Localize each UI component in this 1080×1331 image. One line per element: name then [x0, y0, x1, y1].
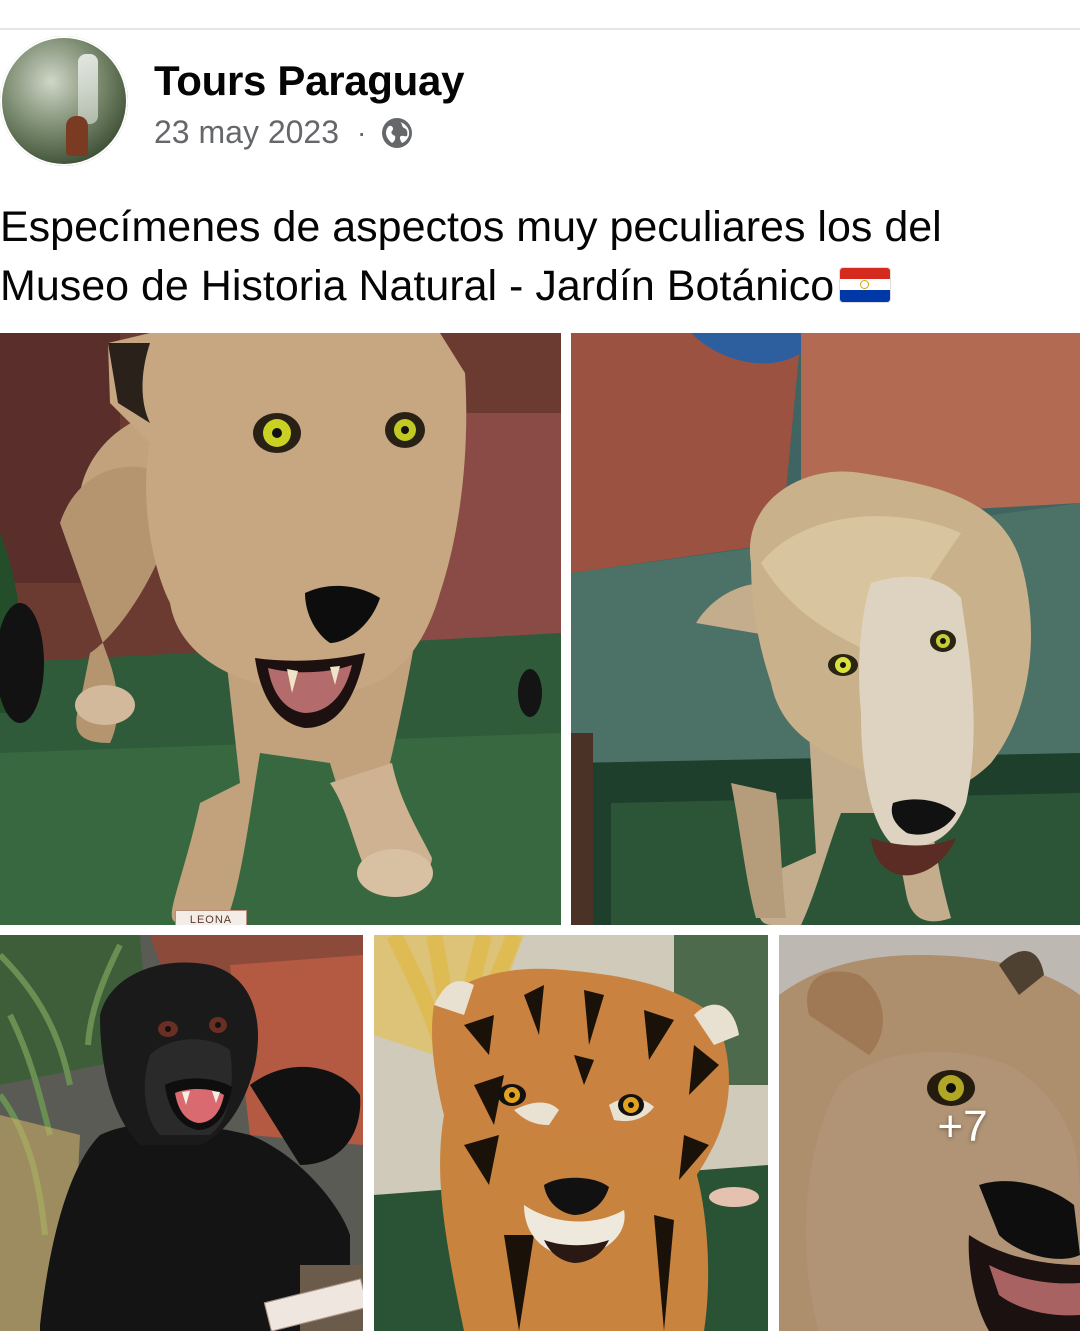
- photo-primate[interactable]: [0, 935, 363, 1331]
- page-name[interactable]: Tours Paraguay: [154, 57, 464, 105]
- waterfall-shape: [78, 54, 98, 124]
- globe-icon[interactable]: [380, 116, 414, 150]
- caption-text: Especímenes de aspectos muy peculiares l…: [0, 203, 942, 310]
- post-meta: 23 may 2023 ·: [154, 114, 414, 151]
- photo-tiger[interactable]: [374, 935, 768, 1331]
- specimen-plaque: LEONA: [175, 910, 247, 925]
- photo-lioness[interactable]: LEONA: [0, 333, 561, 925]
- photo-lion[interactable]: [571, 333, 1080, 925]
- page-avatar[interactable]: [0, 36, 128, 166]
- post-date[interactable]: 23 may 2023: [154, 114, 339, 151]
- photo-more-lioness[interactable]: +7: [779, 935, 1080, 1331]
- more-photos-count[interactable]: +7: [937, 1102, 987, 1152]
- more-photos-overlay[interactable]: +7: [779, 935, 1080, 1331]
- post-caption: Especímenes de aspectos muy peculiares l…: [0, 198, 1075, 316]
- meta-separator: ·: [357, 116, 367, 148]
- flag-paraguay-icon: [840, 267, 891, 302]
- top-divider: [0, 28, 1080, 30]
- person-shape: [66, 116, 88, 156]
